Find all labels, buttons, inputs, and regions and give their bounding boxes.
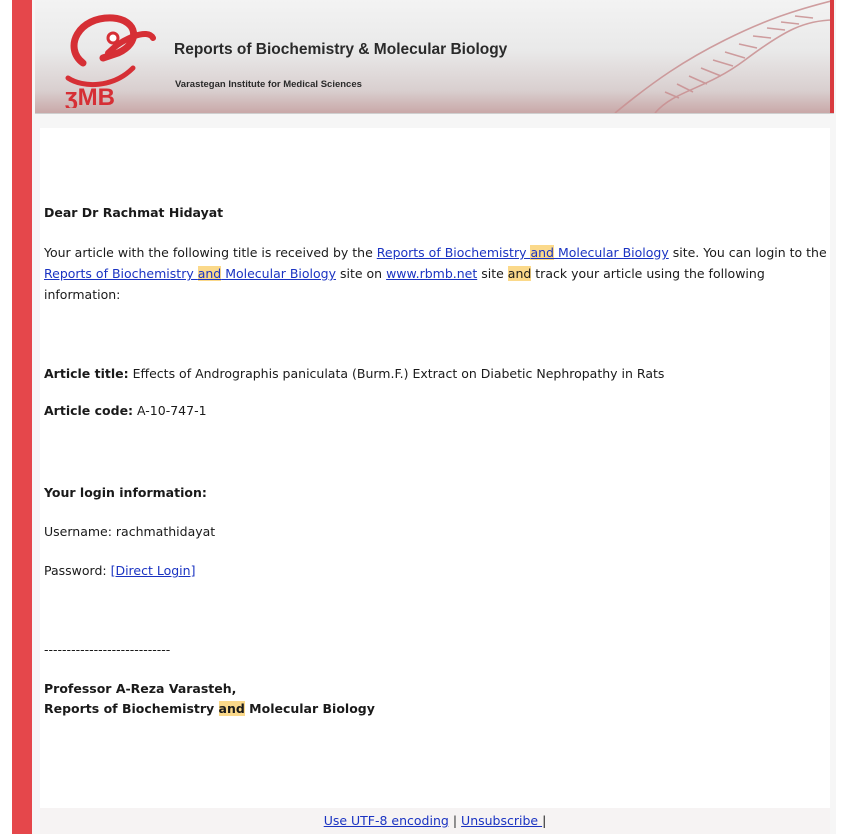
unsubscribe-link[interactable]: Unsubscribe (461, 813, 542, 828)
intro-text-2: site. You can login to the (668, 245, 827, 260)
rbmb-logo-icon: ʒMB (65, 14, 156, 108)
journal-link-2-and: and (197, 266, 222, 281)
intro-paragraph: Your article with the following title is… (44, 242, 828, 305)
password-line: Password: [Direct Login] (44, 562, 195, 580)
intro-text-3: site on (336, 266, 387, 281)
dna-helix-icon (614, 0, 834, 113)
article-title-value: Effects of Andrographis paniculata (Burm… (128, 366, 665, 381)
journal-title: Reports of Biochemistry & Molecular Biol… (174, 41, 508, 58)
signature-org-part1: Reports of Biochemistry (44, 701, 219, 716)
email-body: Dear Dr Rachmat Hidayat Your article wit… (40, 128, 830, 808)
article-title-line: Article title: Effects of Andrographis p… (44, 365, 664, 383)
article-title-label: Article title: (44, 366, 129, 381)
journal-link-2-part1: Reports of Biochemistry (44, 266, 198, 281)
left-accent-bar (12, 0, 32, 834)
header-banner: ʒMB Reports of Biochemistry & Molecular … (35, 0, 834, 114)
utf8-encoding-link[interactable]: Use UTF-8 encoding (324, 813, 449, 828)
article-code-label: Article code: (44, 403, 134, 418)
signature-divider: ---------------------------- (44, 642, 171, 657)
footer-separator: | (452, 813, 458, 828)
journal-link-part2: Molecular Biology (553, 245, 669, 260)
password-label: Password: (44, 563, 111, 578)
greeting: Dear Dr Rachmat Hidayat (44, 205, 224, 220)
article-code-line: Article code: A-10-747-1 (44, 402, 207, 420)
intro-text-4: site (477, 266, 508, 281)
journal-link-part1: Reports of Biochemistry (376, 245, 531, 260)
login-heading: Your login information: (44, 485, 207, 500)
footer-trailing-separator: | (542, 813, 547, 828)
article-code-value: A-10-747-1 (133, 403, 207, 418)
journal-link[interactable]: Reports of Biochemistry and Molecular Bi… (377, 245, 669, 260)
signature-org-and: and (218, 701, 245, 716)
journal-link-2[interactable]: Reports of Biochemistry and Molecular Bi… (44, 266, 336, 281)
journal-link-and: and (530, 245, 554, 260)
signature-org-part2: Molecular Biology (244, 701, 375, 716)
intro-and-highlight: and (507, 266, 532, 281)
institute-subtitle: Varastegan Institute for Medical Science… (175, 79, 362, 90)
intro-text-1: Your article with the following title is… (44, 245, 377, 260)
site-url-link[interactable]: www.rbmb.net (386, 266, 477, 281)
username-line: Username: rachmathidayat (44, 524, 216, 539)
banner-red-edge (830, 0, 834, 113)
journal-link-2-part2: Molecular Biology (221, 266, 336, 281)
signature-name: Professor A-Reza Varasteh, (44, 681, 237, 696)
svg-text:ʒMB: ʒMB (65, 84, 115, 108)
signature-organization: Reports of Biochemistry and Molecular Bi… (44, 700, 375, 718)
email-footer: Use UTF-8 encoding | Unsubscribe | (40, 808, 830, 834)
direct-login-link[interactable]: [Direct Login] (111, 563, 196, 578)
